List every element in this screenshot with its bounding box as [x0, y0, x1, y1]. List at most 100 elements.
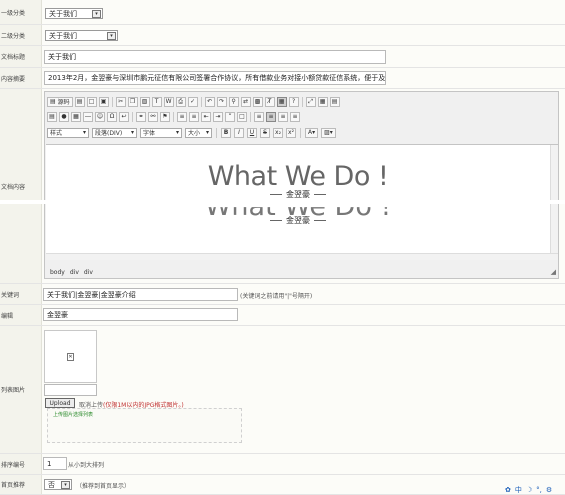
undo-icon[interactable]: ↶	[204, 96, 215, 107]
flash-icon[interactable]: ●	[59, 111, 69, 122]
text-color-icon[interactable]: A▾	[305, 127, 319, 138]
cut-icon[interactable]: ✂	[115, 96, 126, 107]
upload-list-label: 上传图片选择列表	[53, 412, 94, 418]
toolbar-separator	[132, 111, 133, 122]
editor-toolbar-row3: 样式 ▾ 段落(DIV) ▾ 字体 ▾ 大小 ▾ B I U S x₂ x² A▾ ▨▾	[47, 126, 336, 139]
path-item[interactable]: body	[50, 269, 65, 276]
align-right-icon[interactable]: ≡	[278, 111, 288, 122]
image-row: 列表图片 ✕ Upload 取消上传 (仅限1M以内的JPG格式图片。) 上传图…	[0, 326, 565, 454]
path-item[interactable]: div	[84, 269, 93, 276]
italic-icon[interactable]: I	[234, 127, 244, 138]
template-icon[interactable]: ▤	[329, 96, 340, 107]
file-path-input[interactable]	[44, 384, 97, 396]
font-combo[interactable]: 字体 ▾	[140, 127, 182, 138]
bulleted-list-icon[interactable]: ≡	[189, 111, 199, 122]
category2-row: 二级分类 关于我们 ▾	[0, 25, 565, 46]
summary-row: 内容摘要 2013年2月，金翌豪与深圳市鹏元征信有限公司签署合作协议，所有借款业…	[0, 68, 565, 89]
align-justify-icon[interactable]: ≡	[290, 111, 300, 122]
title-label: 文档标题	[0, 46, 42, 67]
horizontal-rule-icon[interactable]: ―	[83, 111, 93, 122]
maximize-icon[interactable]: ⤢	[305, 96, 316, 107]
underline-icon[interactable]: U	[247, 127, 257, 138]
upload-button[interactable]: Upload	[45, 398, 75, 408]
title-input[interactable]: 关于我们	[44, 50, 386, 64]
find-icon[interactable]: ⚲	[228, 96, 239, 107]
moon-icon: ☽	[525, 485, 533, 494]
home-row: 首页推荐 否 ▾ （推荐到首页显示）	[0, 475, 565, 495]
paste-word-icon[interactable]: W	[163, 96, 174, 107]
outdent-icon[interactable]: ⇤	[201, 111, 211, 122]
ime-toolbar[interactable]: ✿ 中 ☽ °, ⚙	[505, 484, 565, 495]
category2-value: 关于我们	[49, 31, 77, 40]
editor-horizontal-scrollbar[interactable]	[46, 253, 558, 260]
editor-toolbar-row2: ▤ ● ▦ ― ☺ Ω ↩ ⚭ ⚯ ⚑ ≡ ≡ ⇤ ⇥ ” □ ≡ ≡ ≡ ≡	[47, 110, 300, 123]
editor-toolbar-row1: ▤ 源码 ▤ □ ▣ ✂ ❐ ▧ T W ⎙ ✓ ↶ ↷ ⚲ ⇄ ▩ T̸ ▦ …	[47, 95, 340, 108]
new-page-icon[interactable]: □	[86, 96, 97, 107]
save-icon[interactable]: ▤	[74, 96, 85, 107]
bold-icon[interactable]: B	[221, 127, 231, 138]
paragraph-combo[interactable]: 段落(DIV) ▾	[92, 127, 137, 138]
summary-input[interactable]: 2013年2月，金翌豪与深圳市鹏元征信有限公司签署合作协议，所有借款业务对接小额…	[44, 71, 386, 85]
settings-icon: ⚙	[545, 485, 553, 494]
div-icon[interactable]: □	[237, 111, 247, 122]
path-item[interactable]: div	[70, 269, 79, 276]
keywords-input[interactable]: 关于我们|金翌豪|金翌豪介绍	[43, 288, 238, 301]
subscript-icon[interactable]: x₂	[273, 127, 283, 138]
toolbar-separator	[200, 96, 202, 107]
toolbar-separator	[111, 96, 113, 107]
link-icon[interactable]: ⚭	[136, 111, 146, 122]
chevron-down-icon: ▾	[61, 481, 70, 489]
sort-label: 排序编号	[0, 454, 42, 474]
home-select[interactable]: 否 ▾	[44, 479, 72, 490]
unlink-icon[interactable]: ⚯	[148, 111, 158, 122]
special-char-icon[interactable]: Ω	[107, 111, 117, 122]
home-value: 否	[48, 480, 55, 489]
toolbar-separator	[301, 96, 303, 107]
print-icon[interactable]: ⎙	[175, 96, 186, 107]
redo-icon[interactable]: ↷	[216, 96, 227, 107]
strike-icon[interactable]: S	[260, 127, 270, 138]
image-preview: ✕	[44, 330, 97, 383]
bg-color-icon[interactable]: ▨▾	[321, 127, 336, 138]
blockquote-icon[interactable]: ”	[225, 111, 235, 122]
show-blocks-icon[interactable]: ▦	[276, 96, 287, 107]
about-icon[interactable]: ?	[288, 96, 299, 107]
superscript-icon[interactable]: x²	[286, 127, 296, 138]
paste-icon[interactable]: ▧	[139, 96, 150, 107]
preview-icon[interactable]: ▣	[98, 96, 109, 107]
category1-label: 一级分类	[0, 0, 42, 24]
blocks-icon[interactable]: ▦	[317, 96, 328, 107]
replace-icon[interactable]: ⇄	[240, 96, 251, 107]
align-center-icon[interactable]: ≡	[266, 111, 276, 122]
content-subheading: 金翌豪	[46, 189, 550, 200]
category1-select[interactable]: 关于我们 ▾	[45, 8, 103, 19]
size-combo[interactable]: 大小 ▾	[185, 127, 212, 138]
select-all-icon[interactable]: ▩	[252, 96, 263, 107]
style-combo[interactable]: 样式 ▾	[47, 127, 89, 138]
indent-icon[interactable]: ⇥	[213, 111, 223, 122]
numbered-list-icon[interactable]: ≡	[177, 111, 187, 122]
keywords-row: 关键词 关于我们|金翌豪|金翌豪介绍 (关键词之前请用"|"号隔开)	[0, 284, 565, 305]
render-gap	[0, 200, 565, 204]
spellcheck-icon[interactable]: ✓	[187, 96, 198, 107]
paste-text-icon[interactable]: T	[151, 96, 162, 107]
remove-format-icon[interactable]: T̸	[264, 96, 275, 107]
source-button[interactable]: ▤ 源码	[47, 96, 73, 107]
image-icon[interactable]: ▤	[47, 111, 57, 122]
category2-label: 二级分类	[0, 25, 42, 45]
resize-handle-icon[interactable]: ◢	[551, 268, 556, 276]
sort-input[interactable]: 1	[43, 457, 67, 470]
editor-name-input[interactable]: 金翌豪	[43, 308, 238, 321]
copy-icon[interactable]: ❐	[127, 96, 138, 107]
category1-value: 关于我们	[49, 9, 77, 18]
chevron-down-icon: ▾	[92, 10, 101, 18]
page-break-icon[interactable]: ↩	[119, 111, 129, 122]
align-left-icon[interactable]: ≡	[254, 111, 264, 122]
anchor-icon[interactable]: ⚑	[160, 111, 170, 122]
editor-path-bar: body div div	[50, 269, 93, 276]
category1-row: 一级分类 关于我们 ▾	[0, 0, 565, 25]
smiley-icon[interactable]: ☺	[95, 111, 105, 122]
editor-name-row: 编辑 金翌豪	[0, 305, 565, 326]
table-icon[interactable]: ▦	[71, 111, 81, 122]
category2-select[interactable]: 关于我们 ▾	[45, 30, 118, 41]
